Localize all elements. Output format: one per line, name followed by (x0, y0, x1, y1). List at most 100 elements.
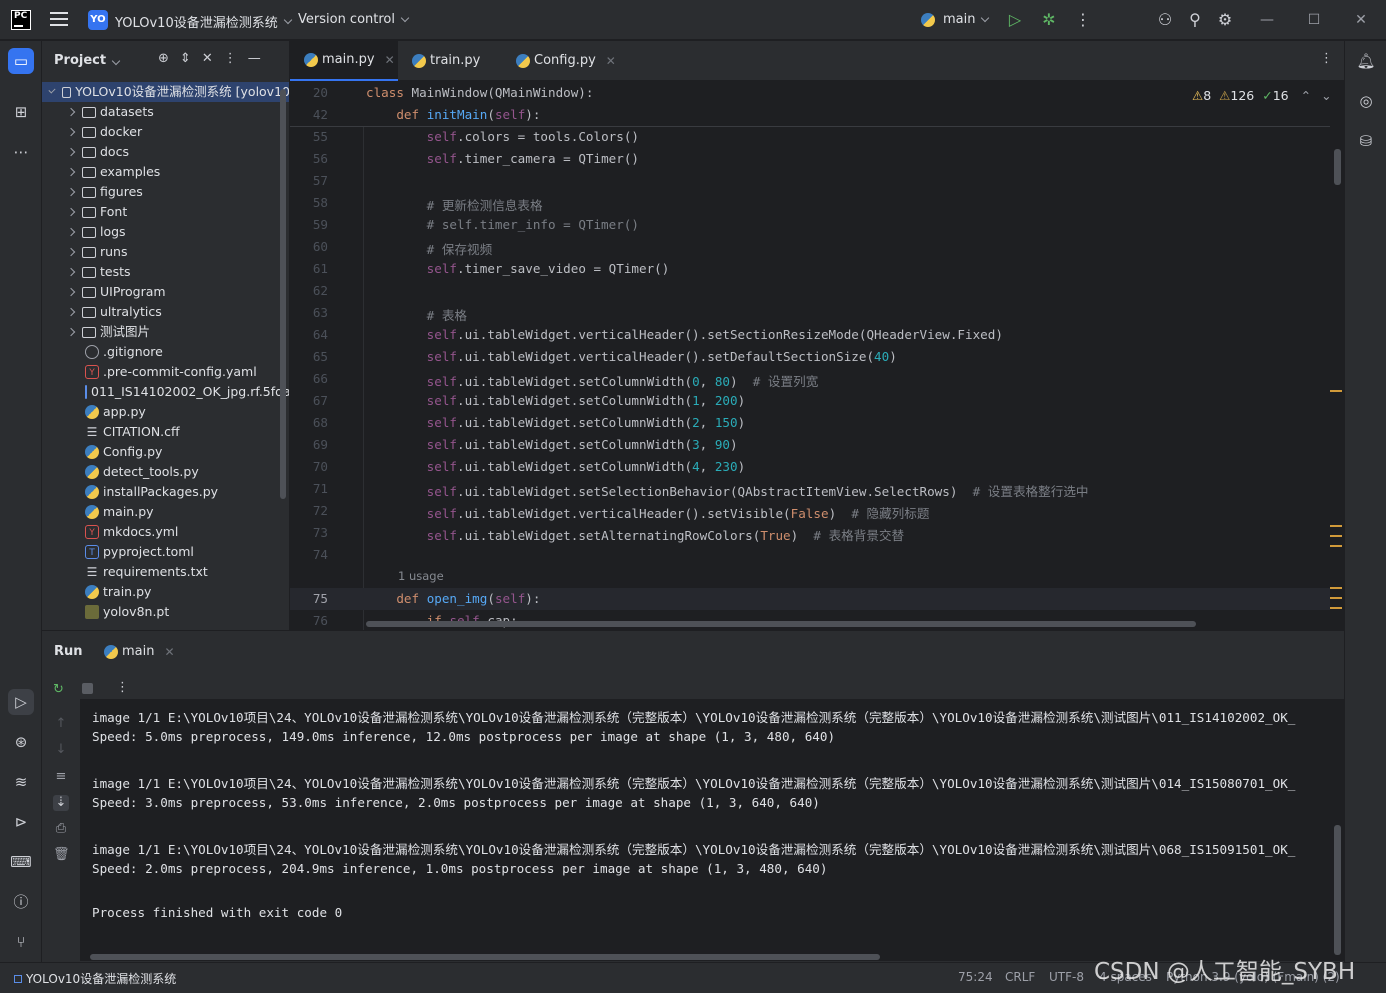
code-line[interactable]: self.ui.tableWidget.verticalHeader().set… (366, 327, 1003, 342)
code-line[interactable]: self.ui.tableWidget.verticalHeader().set… (366, 349, 897, 364)
code-line[interactable]: self.ui.tableWidget.setColumnWidth(1, 20… (366, 393, 746, 408)
close-tab-icon[interactable]: ✕ (164, 645, 174, 659)
line-separator[interactable]: CRLF (1005, 970, 1035, 984)
tree-folder[interactable]: UIProgram (42, 282, 289, 302)
tree-folder[interactable]: docker (42, 122, 289, 142)
tree-folder[interactable]: ultralytics (42, 302, 289, 322)
tree-file[interactable]: detect_tools.py (42, 462, 289, 482)
tree-file[interactable]: 011_IS14102002_OK_jpg.rf.5fdaf (42, 382, 289, 402)
notifications-bell-icon[interactable]: 🔔︎ (1353, 48, 1379, 74)
prev-highlight-icon[interactable]: ⌃ (1301, 88, 1311, 103)
code-line[interactable]: self.ui.tableWidget.setSelectionBehavior… (366, 481, 1089, 500)
add-user-icon[interactable]: ⚇ (1155, 10, 1175, 30)
tree-file[interactable]: .gitignore (42, 342, 289, 362)
code-line[interactable]: # 表格 (366, 305, 467, 324)
terminal-icon[interactable]: ⌨ (8, 849, 34, 875)
close-button[interactable]: ✕ (1346, 10, 1376, 30)
code-line[interactable]: self.ui.tableWidget.setAlternatingRowCol… (366, 525, 904, 544)
code-line[interactable]: self.ui.tableWidget.setColumnWidth(2, 15… (366, 415, 746, 430)
debug-icon[interactable]: ✲ (1039, 10, 1059, 30)
main-menu-icon[interactable] (50, 12, 68, 28)
tree-folder[interactable]: Font (42, 202, 289, 222)
project-folder-icon[interactable]: ▭ (8, 48, 34, 74)
tree-root[interactable]: YOLOv10设备泄漏检测系统 [yolov10 (42, 82, 289, 102)
run-tab-main[interactable]: main ✕ (104, 644, 175, 659)
editor-horizontal-scrollbar[interactable] (366, 621, 1196, 627)
tab-config-py[interactable]: Config.py ✕ (504, 41, 622, 81)
code-line[interactable]: # self.timer_info = QTimer() (366, 217, 639, 232)
database-icon[interactable]: ⛁ (1353, 128, 1379, 154)
code-line[interactable]: self.timer_camera = QTimer() (366, 151, 639, 166)
soft-wrap-icon[interactable]: ≡ (53, 769, 69, 785)
caret-position[interactable]: 75:24 (958, 970, 993, 984)
run-tool-icon[interactable]: ▷ (8, 689, 34, 715)
problems-icon[interactable]: ⓘ (8, 889, 34, 915)
tree-file[interactable]: ☰ CITATION.cff (42, 422, 289, 442)
tree-folder[interactable]: tests (42, 262, 289, 282)
tree-file[interactable]: Y .pre-commit-config.yaml (42, 362, 289, 382)
project-badge[interactable]: YO (88, 10, 108, 30)
run-icon[interactable]: ▷ (1005, 10, 1025, 30)
code-line[interactable]: self.ui.tableWidget.verticalHeader().set… (366, 503, 930, 522)
print-icon[interactable]: ⎙ (53, 821, 69, 837)
scroll-down-icon[interactable]: ↓ (53, 742, 69, 758)
ai-assistant-icon[interactable]: ◎ (1353, 88, 1379, 114)
structure-icon[interactable]: ⊞ (8, 99, 34, 125)
file-encoding[interactable]: UTF-8 (1049, 970, 1084, 984)
next-highlight-icon[interactable]: ⌄ (1321, 88, 1331, 103)
layers-icon[interactable]: ≋ (8, 769, 34, 795)
locate-icon[interactable]: ⊕ (158, 51, 180, 66)
project-selector[interactable]: YOLOv10设备泄漏检测系统 (115, 12, 292, 31)
tree-file[interactable]: main.py (42, 502, 289, 522)
tree-file[interactable]: yolov8n.pt (42, 602, 289, 622)
project-panel-title[interactable]: Project (54, 53, 121, 68)
hide-icon[interactable]: — (248, 51, 272, 66)
tab-train-py[interactable]: train.py (398, 41, 504, 81)
clear-all-icon[interactable]: 🗑︎ (53, 847, 70, 863)
console-horizontal-scrollbar[interactable] (90, 954, 880, 960)
collapse-all-icon[interactable]: ✕ (202, 51, 224, 66)
usage-hint[interactable]: 1 usage (398, 569, 444, 583)
scroll-up-icon[interactable]: ↑ (53, 716, 69, 732)
more-tools-icon[interactable]: ⋯ (8, 139, 34, 165)
close-tab-icon[interactable]: ✕ (606, 41, 616, 81)
code-line[interactable]: self.ui.tableWidget.setColumnWidth(3, 90… (366, 437, 738, 452)
code-area[interactable]: 20 class MainWindow(QMainWindow): 42 def i… (290, 82, 1344, 630)
code-line[interactable]: class MainWindow(QMainWindow): (366, 85, 593, 100)
tree-folder[interactable]: logs (42, 222, 289, 242)
options-icon[interactable]: ⋮ (224, 51, 248, 66)
warning-marker[interactable] (1330, 525, 1342, 527)
minimize-button[interactable]: — (1252, 10, 1282, 30)
inspection-widget[interactable]: ⚠8 ⚠126 ✓16 ⌃ ⌄ (1192, 88, 1332, 103)
code-line[interactable]: def open_img(self): (366, 591, 540, 606)
tree-file[interactable]: app.py (42, 402, 289, 422)
code-line[interactable]: self.ui.tableWidget.setColumnWidth(0, 80… (366, 371, 819, 390)
tree-folder[interactable]: docs (42, 142, 289, 162)
code-line[interactable]: self.ui.tableWidget.setColumnWidth(4, 23… (366, 459, 746, 474)
tree-folder[interactable]: 测试图片 (42, 322, 289, 342)
tree-folder[interactable]: runs (42, 242, 289, 262)
tree-file[interactable]: Tpyproject.toml (42, 542, 289, 562)
tree-file[interactable]: installPackages.py (42, 482, 289, 502)
editor-scrollbar[interactable] (1334, 149, 1341, 185)
search-icon[interactable]: ⚲ (1185, 10, 1205, 30)
tree-file[interactable]: Config.py (42, 442, 289, 462)
warning-marker[interactable] (1330, 607, 1342, 609)
settings-gear-icon[interactable]: ⚙ (1215, 10, 1235, 30)
maximize-button[interactable]: ☐ (1299, 10, 1329, 30)
code-line[interactable]: # 更新检测信息表格 (366, 195, 543, 214)
code-line[interactable]: self.timer_save_video = QTimer() (366, 261, 670, 276)
tree-file[interactable]: ☰ requirements.txt (42, 562, 289, 582)
version-control-menu[interactable]: Version control (298, 12, 410, 27)
console-output[interactable]: image 1/1 E:\YOLOv10项目\24、YOLOv10设备泄漏检测系… (80, 699, 1344, 961)
console-scrollbar[interactable] (1334, 825, 1341, 955)
tree-file[interactable]: Ymkdocs.yml (42, 522, 289, 542)
expand-all-icon[interactable]: ⇕ (180, 51, 202, 66)
stop-icon[interactable] (82, 683, 93, 694)
warning-marker[interactable] (1330, 587, 1342, 589)
warning-marker[interactable] (1330, 545, 1342, 547)
tree-folder[interactable]: datasets (42, 102, 289, 122)
services-icon[interactable]: ⊳ (8, 809, 34, 835)
tree-folder[interactable]: figures (42, 182, 289, 202)
warning-marker[interactable] (1330, 597, 1342, 599)
